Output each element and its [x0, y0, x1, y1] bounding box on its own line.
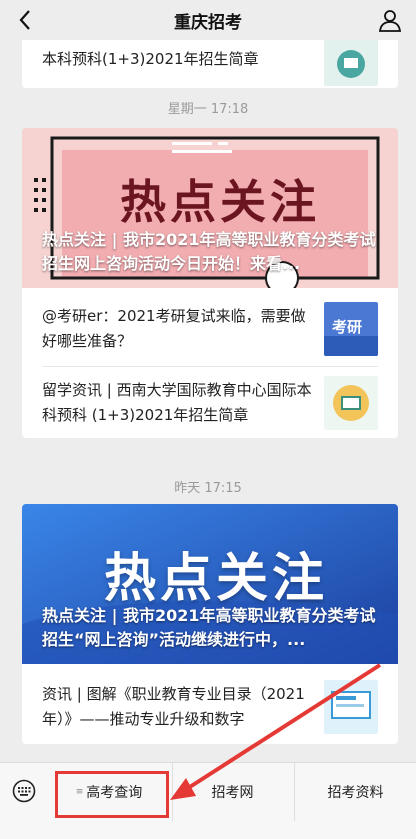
article-card-partial[interactable]: 本科预科(1+3)2021年招生简章	[22, 40, 398, 88]
article-thumbnail[interactable]	[324, 40, 378, 86]
message-feed[interactable]: 本科预科(1+3)2021年招生简章 星期一 17:18 热点关注 热点关注 |…	[0, 40, 416, 762]
list-item[interactable]: 资讯 | 图解《职业教育专业目录（2021年）》——推动专业升级和数字	[22, 672, 398, 740]
article-title[interactable]: 资讯 | 图解《职业教育专业目录（2021年）》——推动专业升级和数字	[42, 682, 317, 732]
cover-article[interactable]: 热点关注 热点关注 | 我市2021年高等职业教育分类考试招生网上咨询活动今日开…	[22, 128, 398, 288]
list-item[interactable]: 留学资讯 | 西南大学国际教育中心国际本科预科 (1+3)2021年招生简章	[22, 368, 398, 436]
divider	[42, 366, 378, 367]
article-thumbnail[interactable]	[324, 376, 378, 430]
article-group-card: 热点关注 热点关注 | 我市2021年高等职业教育分类考试招生网上咨询活动今日开…	[22, 128, 398, 438]
list-item[interactable]: @考研er：2021考研复试来临，需要做好哪些准备？ 考研	[22, 294, 398, 362]
menu-item-zhaokao-site[interactable]: 招考网	[172, 763, 292, 821]
article-thumbnail[interactable]	[324, 680, 378, 734]
article-title[interactable]: 留学资讯 | 西南大学国际教育中心国际本科预科 (1+3)2021年招生简章	[42, 378, 317, 428]
back-arrow-icon[interactable]	[12, 6, 40, 34]
article-title[interactable]: @考研er：2021考研复试来临，需要做好哪些准备？	[42, 304, 317, 354]
cover-article[interactable]: 热点关注 热点关注 | 我市2021年高等职业教育分类考试招生“网上咨询”活动继…	[22, 504, 398, 664]
cover-headline[interactable]: 热点关注 | 我市2021年高等职业教育分类考试招生网上咨询活动今日开始！来看.…	[42, 228, 382, 276]
profile-icon[interactable]	[376, 6, 404, 34]
message-timestamp: 昨天 17:15	[174, 481, 242, 496]
cover-word: 热点关注	[104, 549, 329, 609]
page-title: 重庆招考	[174, 12, 242, 33]
message-timestamp: 星期一 17:18	[167, 102, 249, 117]
article-group-card: 热点关注 热点关注 | 我市2021年高等职业教育分类考试招生“网上咨询”活动继…	[22, 504, 398, 744]
highlight-box	[55, 771, 169, 818]
article-title[interactable]: 本科预科(1+3)2021年招生简章	[42, 48, 259, 69]
menu-item-label: 招考网	[211, 785, 254, 801]
cover-word: 热点关注	[120, 175, 320, 229]
menu-item-label: 招考资料	[327, 785, 384, 801]
keyboard-icon[interactable]	[12, 779, 36, 803]
thumbnail-label: 考研	[332, 318, 363, 336]
article-thumbnail[interactable]: 考研	[324, 302, 378, 356]
cover-headline[interactable]: 热点关注 | 我市2021年高等职业教育分类考试招生“网上咨询”活动继续进行中，…	[42, 604, 382, 652]
menu-item-zhaokao-materials[interactable]: 招考资料	[294, 763, 416, 821]
top-bar: 重庆招考	[0, 0, 416, 40]
